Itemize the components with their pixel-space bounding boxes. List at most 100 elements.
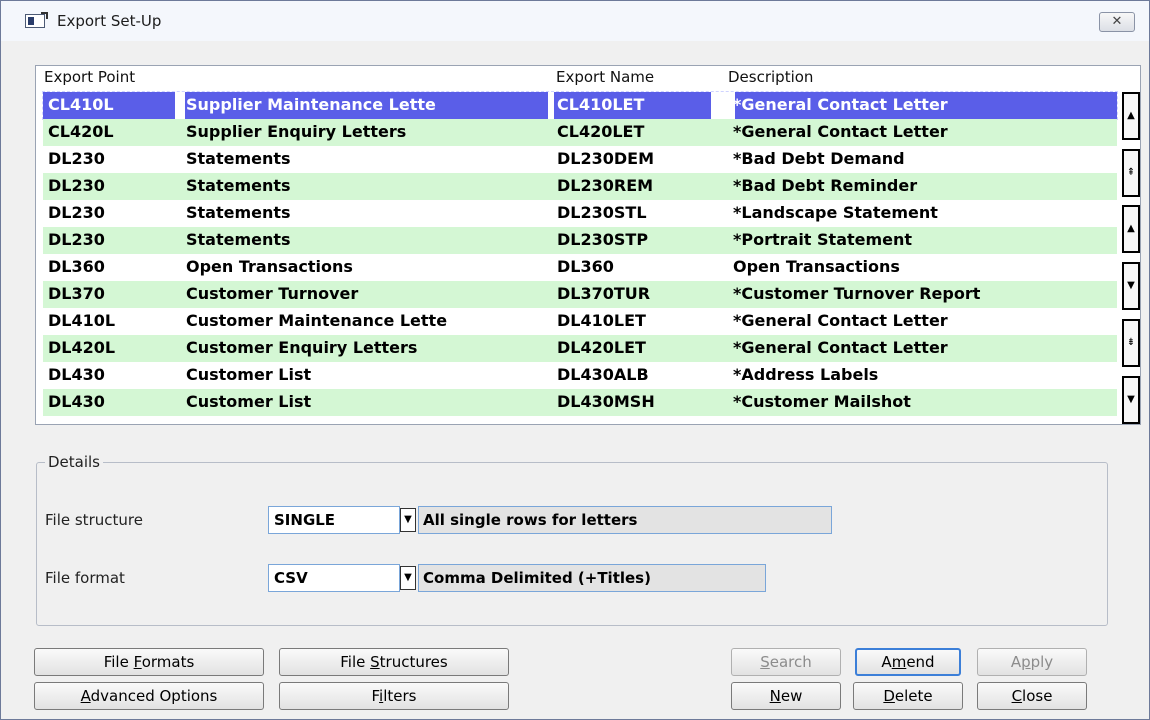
- table-row[interactable]: DL430 Customer List DL430ALB *Address Label…: [43, 362, 1117, 389]
- cell-point-name: Customer List: [186, 365, 312, 384]
- table-row[interactable]: DL370 Customer Turnover DL370TUR *Customer …: [43, 281, 1117, 308]
- scroll-top-icon[interactable]: ▲: [1122, 92, 1140, 140]
- cell-export-point: DL370: [48, 284, 105, 303]
- search-text-rest: earch: [769, 653, 812, 671]
- filters-button[interactable]: Filters: [279, 682, 509, 710]
- file-format-label: File format: [45, 569, 125, 587]
- cell-export-name: DL360: [557, 257, 614, 276]
- cell-description: *General Contact Letter: [733, 311, 948, 330]
- cell-export-point: CL420L: [48, 122, 114, 141]
- delete-text-rest: elete: [894, 687, 933, 705]
- new-button[interactable]: New: [731, 682, 841, 710]
- page-up-icon[interactable]: ⇞: [1122, 149, 1140, 197]
- cell-point-name: Supplier Enquiry Letters: [186, 122, 407, 141]
- cell-description: *General Contact Letter: [733, 95, 948, 114]
- file-format-field[interactable]: CSV: [268, 564, 400, 592]
- file-formats-text: File: [103, 653, 134, 671]
- cell-point-name: Supplier Maintenance Lette: [186, 95, 436, 114]
- page-down-icon[interactable]: ⇟: [1122, 319, 1140, 367]
- file-formats-text-rest: ormats: [141, 653, 195, 671]
- close-text-rest: lose: [1022, 687, 1053, 705]
- app-icon: [25, 12, 48, 28]
- advanced-options-text-rest: dvanced Options: [90, 687, 218, 705]
- cell-export-name: DL230STL: [557, 203, 647, 222]
- amend-accel: m: [891, 653, 907, 671]
- cell-point-name: Customer Maintenance Lette: [186, 311, 448, 330]
- close-button[interactable]: Close: [977, 682, 1087, 710]
- header-export-point[interactable]: Export Point: [44, 68, 135, 86]
- file-structure-dropdown-icon[interactable]: ▼: [400, 508, 416, 532]
- file-structure-field[interactable]: SINGLE: [268, 506, 400, 534]
- cell-export-point: DL410L: [48, 311, 116, 330]
- cell-description: *Address Labels: [733, 365, 879, 384]
- table-row[interactable]: DL360 Open Transactions DL360 Open Transact…: [43, 254, 1117, 281]
- cell-export-point: DL430: [48, 365, 105, 384]
- file-structures-text-rest: tructures: [379, 653, 448, 671]
- file-formats-accel: F: [133, 653, 142, 671]
- table-row[interactable]: DL230 Statements DL230STL *Landscape Statem…: [43, 200, 1117, 227]
- filters-text: F: [371, 687, 380, 705]
- cell-description: *Customer Turnover Report: [733, 284, 981, 303]
- selection-gap: [548, 92, 554, 119]
- file-structures-button[interactable]: File Structures: [279, 648, 509, 676]
- table-row[interactable]: DL230 Statements DL230REM *Bad Debt Reminde…: [43, 173, 1117, 200]
- amend-button[interactable]: Amend: [855, 648, 961, 676]
- table-row[interactable]: DL430 Customer List DL430MSH *Customer Mail…: [43, 389, 1117, 416]
- table-row[interactable]: CL410L Supplier Maintenance Lette CL410LET…: [42, 91, 1118, 120]
- details-group: [36, 462, 1108, 626]
- export-points-grid[interactable]: Export Point Export Name Description CL4…: [35, 65, 1141, 425]
- cell-point-name: Customer Turnover: [186, 284, 359, 303]
- close-window-button[interactable]: ✕: [1099, 12, 1135, 32]
- apply-text: A: [1010, 653, 1022, 671]
- advanced-options-button[interactable]: Advanced Options: [34, 682, 264, 710]
- cell-export-point: DL230: [48, 176, 105, 195]
- file-format-dropdown-icon[interactable]: ▼: [400, 566, 416, 590]
- table-row[interactable]: DL230 Statements DL230STP *Portrait Stateme…: [43, 227, 1117, 254]
- delete-button[interactable]: Delete: [853, 682, 963, 710]
- grid-scroll-buttons: ▲ ⇞ ▲ ▼ ⇟ ▼: [1122, 92, 1140, 424]
- cell-export-name: CL410LET: [557, 95, 645, 114]
- selection-gap: [711, 92, 735, 119]
- cell-point-name: Statements: [186, 230, 291, 249]
- file-structure-label: File structure: [45, 511, 143, 529]
- grid-header: Export Point Export Name Description: [36, 66, 1116, 93]
- scroll-bottom-icon[interactable]: ▼: [1122, 376, 1140, 424]
- search-button[interactable]: Search: [731, 648, 841, 676]
- cell-description: *General Contact Letter: [733, 338, 948, 357]
- file-structures-accel: S: [370, 653, 380, 671]
- cell-export-point: CL410L: [48, 95, 114, 114]
- table-row[interactable]: DL420L Customer Enquiry Letters DL420LET *G…: [43, 335, 1117, 362]
- cell-description: *Portrait Statement: [733, 230, 913, 249]
- apply-button[interactable]: Apply: [977, 648, 1087, 676]
- cell-export-name: DL420LET: [557, 338, 646, 357]
- cell-point-name: Customer Enquiry Letters: [186, 338, 418, 357]
- close-accel: C: [1011, 687, 1023, 705]
- cell-point-name: Statements: [186, 203, 291, 222]
- table-row[interactable]: CL420L Supplier Enquiry Letters CL420LET *G…: [43, 119, 1117, 146]
- cell-export-name: DL430MSH: [557, 392, 655, 411]
- table-row[interactable]: DL230 Statements DL230DEM *Bad Debt Demand: [43, 146, 1117, 173]
- cell-export-point: DL360: [48, 257, 105, 276]
- cell-export-point: DL230: [48, 149, 105, 168]
- cell-export-name: DL410LET: [557, 311, 646, 330]
- cell-export-name: DL230DEM: [557, 149, 655, 168]
- header-description[interactable]: Description: [728, 68, 813, 86]
- cell-point-name: Open Transactions: [186, 257, 353, 276]
- header-export-name[interactable]: Export Name: [556, 68, 654, 86]
- table-row[interactable]: DL410L Customer Maintenance Lette DL410LET…: [43, 308, 1117, 335]
- cell-description: *Bad Debt Demand: [733, 149, 905, 168]
- line-up-icon[interactable]: ▲: [1122, 205, 1140, 253]
- cell-description: *Customer Mailshot: [733, 392, 911, 411]
- amend-text: A: [881, 653, 892, 671]
- cell-description: *Landscape Statement: [733, 203, 938, 222]
- cell-export-point: DL230: [48, 230, 105, 249]
- delete-accel: D: [883, 687, 895, 705]
- file-formats-button[interactable]: File Formats: [34, 648, 264, 676]
- amend-text-rest: end: [906, 653, 935, 671]
- search-accel: S: [760, 653, 770, 671]
- apply-text-rest: ply: [1030, 653, 1054, 671]
- cell-export-name: DL370TUR: [557, 284, 651, 303]
- line-down-icon[interactable]: ▼: [1122, 262, 1140, 310]
- new-accel: N: [769, 687, 781, 705]
- advanced-options-accel: A: [80, 687, 91, 705]
